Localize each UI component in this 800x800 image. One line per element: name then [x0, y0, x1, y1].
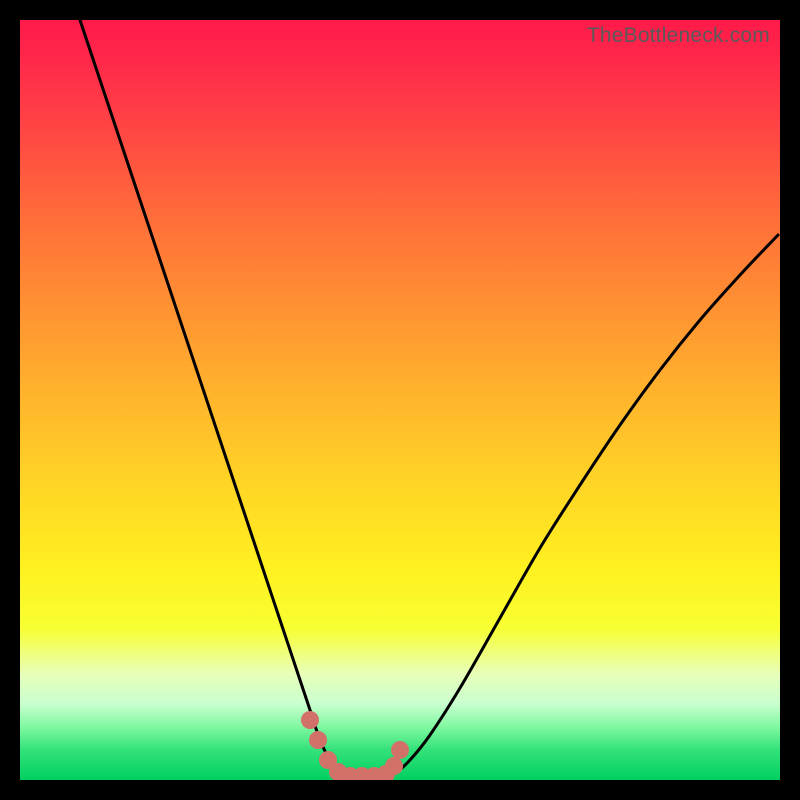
- chart-area: TheBottleneck.com: [20, 20, 780, 780]
- floor-marker-dot: [391, 741, 409, 759]
- floor-marker-dot: [385, 757, 403, 775]
- bottleneck-curve-path: [80, 20, 778, 776]
- floor-marker-dot: [309, 731, 327, 749]
- floor-marker-dot: [301, 711, 319, 729]
- bottleneck-curve-svg: [20, 20, 780, 780]
- watermark-text: TheBottleneck.com: [587, 24, 770, 48]
- floor-markers: [301, 711, 409, 780]
